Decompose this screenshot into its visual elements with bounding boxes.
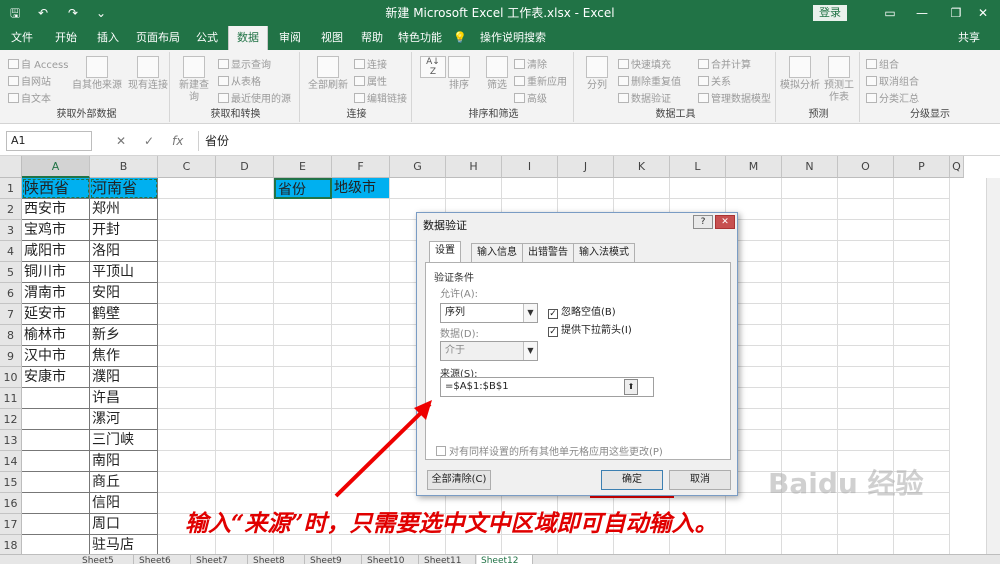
- watermark: Baidu 经验: [768, 467, 924, 500]
- annotation-text: 输入“来源”时，只需要选中文中区域即可自动输入。: [185, 510, 718, 537]
- arrow-shaft: [334, 402, 432, 498]
- excel-window: 🖫 ↶ ↷ ⌄ 新建 Microsoft Excel 工作表.xlsx - Ex…: [0, 0, 1000, 564]
